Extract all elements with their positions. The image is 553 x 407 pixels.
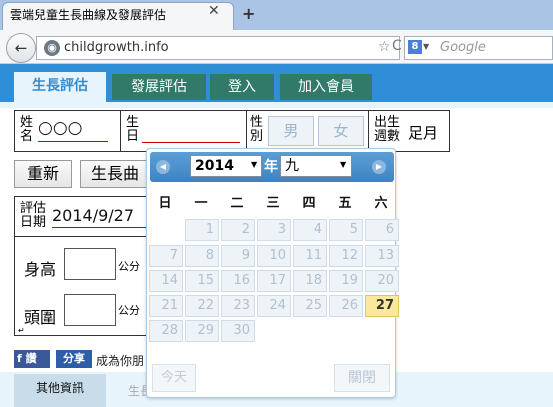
weekday-header: 五 — [338, 196, 352, 211]
facebook-share-button[interactable]: 分享 — [56, 350, 92, 368]
weekday-header: 一 — [194, 196, 208, 211]
eval-date-field[interactable]: 2014/9/27 — [52, 206, 152, 228]
gestational-age-field[interactable]: 足月 — [408, 122, 438, 143]
tab-growth-eval[interactable]: 生長評估 — [14, 72, 106, 102]
reset-button[interactable]: 重新 — [14, 160, 72, 188]
calendar-day[interactable]: 5 — [329, 219, 363, 241]
calendar-day[interactable]: 22 — [185, 295, 219, 317]
prev-month-icon[interactable]: ◀ — [156, 160, 170, 174]
facebook-like-button[interactable]: f 讚 — [14, 350, 50, 368]
calendar-day[interactable]: 25 — [293, 295, 327, 317]
return-mark: ↵ — [18, 326, 25, 335]
calendar-day[interactable]: 18 — [293, 270, 327, 292]
search-input[interactable]: Google — [440, 40, 486, 55]
height-input[interactable] — [64, 248, 116, 280]
calendar-day[interactable]: 17 — [257, 270, 291, 292]
calendar-day-selected[interactable]: 27 — [365, 295, 399, 317]
gestational-age-label: 出生週數 — [374, 115, 401, 144]
height-label: 身高 — [24, 260, 57, 279]
url-text[interactable]: childgrowth.info — [64, 40, 169, 55]
tab-close-icon[interactable]: ✕ — [208, 3, 220, 19]
calendar-day[interactable]: 26 — [329, 295, 363, 317]
calendar-day[interactable]: 30 — [221, 320, 255, 342]
close-button[interactable]: 關閉 — [334, 364, 390, 392]
search-engine-dropdown-icon[interactable]: ▼ — [423, 42, 429, 51]
back-button[interactable]: ← — [6, 33, 36, 63]
calendar-day[interactable]: 1 — [185, 219, 219, 241]
calendar-day[interactable]: 15 — [185, 270, 219, 292]
gestational-age-cell — [368, 110, 369, 152]
calendar-day[interactable]: 13 — [365, 245, 399, 267]
divider — [14, 236, 154, 237]
year-unit-label: 年 — [264, 159, 278, 175]
weekday-header: 二 — [230, 196, 244, 211]
growth-curve-button[interactable]: 生長曲 — [80, 160, 150, 188]
new-tab-icon[interactable]: + — [242, 4, 255, 23]
sex-cell — [246, 110, 247, 152]
next-month-icon[interactable]: ▶ — [372, 160, 386, 174]
calendar-day[interactable]: 9 — [221, 245, 255, 267]
calendar-day[interactable]: 29 — [185, 320, 219, 342]
calendar-day[interactable]: 2 — [221, 219, 255, 241]
weekday-header: 三 — [266, 196, 280, 211]
bookmark-star-icon[interactable]: ☆ — [378, 39, 391, 55]
browser-tab-title[interactable]: 雲端兒童生長曲線及發展評估 — [10, 6, 166, 23]
birthday-field[interactable] — [142, 142, 240, 143]
name-label: 姓名 — [20, 115, 34, 144]
calendar-day[interactable]: 4 — [293, 219, 327, 241]
today-button[interactable]: 今天 — [152, 364, 196, 392]
height-unit: 公分 — [118, 260, 140, 273]
fan-text: 成為你朋 — [96, 354, 145, 368]
chevron-down-icon[interactable]: ▼ — [251, 160, 257, 169]
calendar-day[interactable]: 11 — [293, 245, 327, 267]
eval-date-label: 評估日期 — [20, 201, 47, 230]
nav-underline-band — [0, 102, 553, 108]
calendar-day[interactable]: 8 — [185, 245, 219, 267]
weekday-header: 四 — [302, 196, 316, 211]
calendar-day[interactable]: 16 — [221, 270, 255, 292]
head-circumference-label: 頭圍 — [24, 308, 57, 327]
search-engine-icon[interactable]: 8 — [408, 40, 422, 54]
calendar-day[interactable]: 3 — [257, 219, 291, 241]
chevron-down-icon[interactable]: ▼ — [340, 160, 346, 169]
name-field[interactable]: ○○○ — [38, 118, 108, 142]
calendar-day[interactable]: 6 — [365, 219, 399, 241]
tab-join-member[interactable]: 加入會員 — [280, 74, 372, 100]
female-button[interactable]: 女 — [318, 116, 364, 146]
tab-other-info[interactable]: 其他資訊 — [14, 374, 106, 407]
male-button[interactable]: 男 — [268, 116, 314, 146]
birthday-cell — [120, 110, 121, 152]
calendar-day[interactable]: 23 — [221, 295, 255, 317]
weekday-header: 日 — [158, 196, 172, 211]
calendar-day[interactable]: 20 — [365, 270, 399, 292]
calendar-day[interactable]: 12 — [329, 245, 363, 267]
calendar-day[interactable]: 28 — [149, 320, 183, 342]
head-circumference-input[interactable] — [64, 294, 116, 326]
reload-icon[interactable]: C — [392, 38, 402, 54]
weekday-header: 六 — [374, 196, 388, 211]
tab-development-eval[interactable]: 發展評估 — [112, 74, 206, 100]
calendar-day[interactable]: 19 — [329, 270, 363, 292]
calendar-day[interactable]: 21 — [149, 295, 183, 317]
tab-login[interactable]: 登入 — [210, 74, 274, 100]
calendar-day[interactable]: 24 — [257, 295, 291, 317]
calendar-day[interactable]: 7 — [149, 245, 183, 267]
birthday-label: 生日 — [126, 115, 140, 144]
site-identity-icon[interactable]: ◉ — [44, 40, 60, 56]
calendar-day[interactable]: 14 — [149, 270, 183, 292]
calendar-day[interactable]: 10 — [257, 245, 291, 267]
sex-label: 性別 — [250, 115, 264, 144]
head-circumference-unit: 公分 — [118, 304, 140, 317]
